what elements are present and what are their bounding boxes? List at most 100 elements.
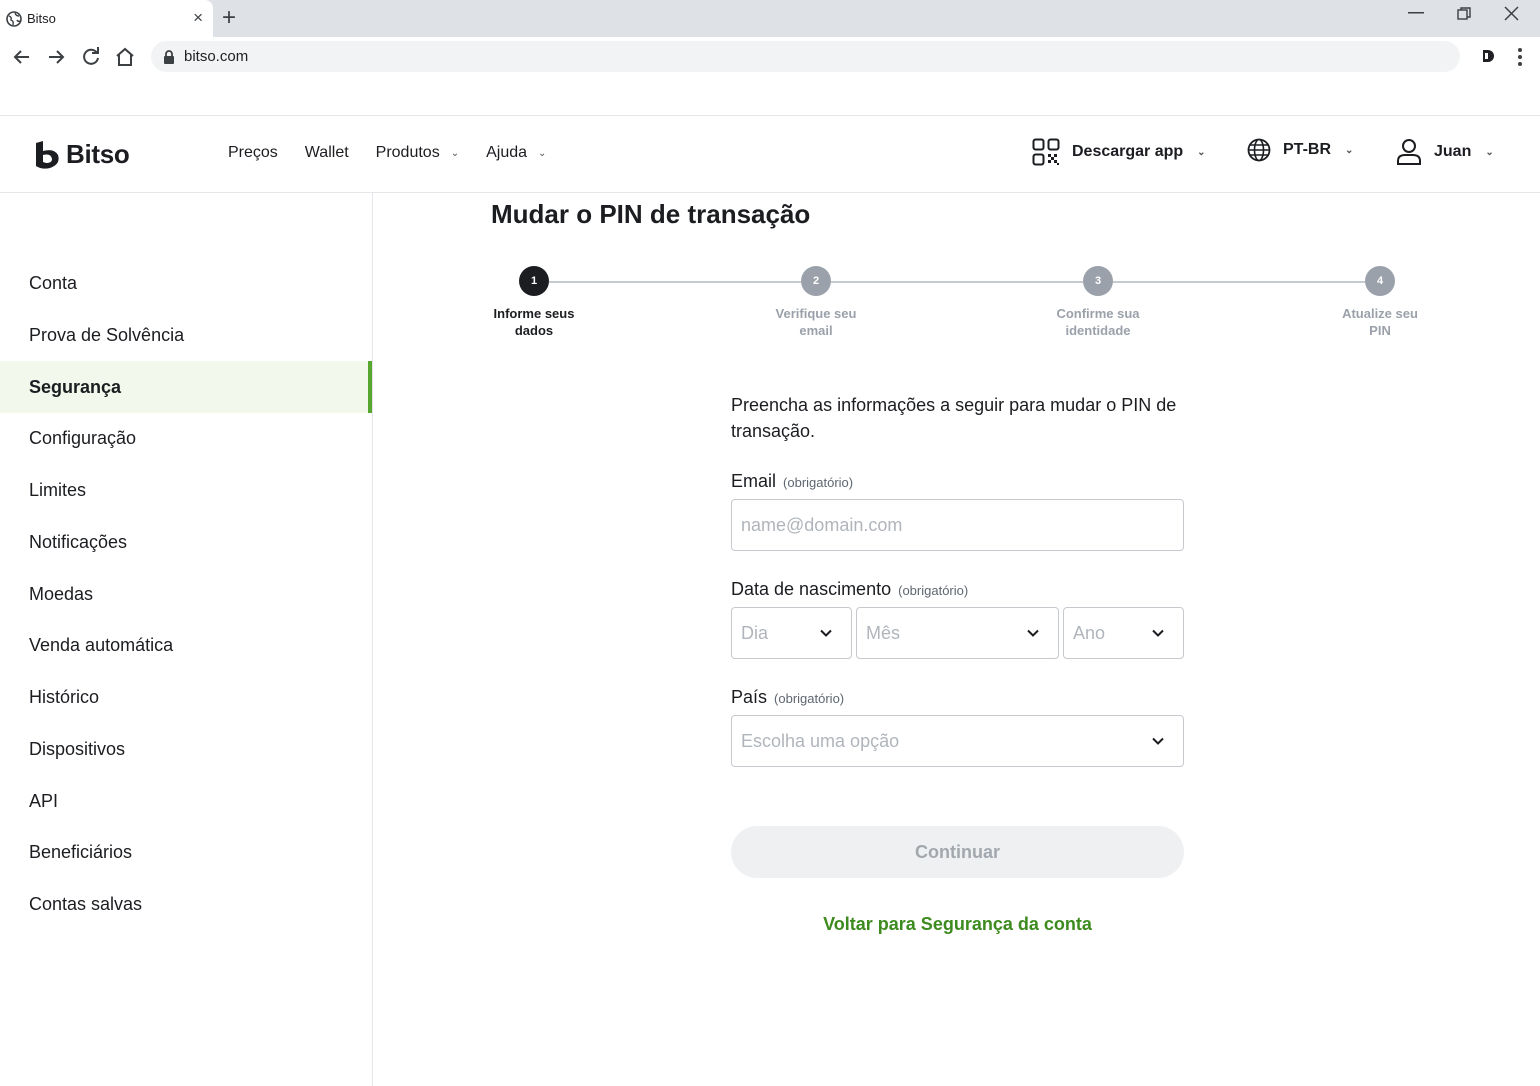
- month-placeholder: Mês: [866, 622, 901, 643]
- site-header: Bitso Preços Wallet Produtos ⌄ Ajuda ⌄ Des…: [0, 115, 1540, 193]
- user-menu[interactable]: Juan ⌄: [1396, 138, 1494, 166]
- nav-item-wallet[interactable]: Wallet: [305, 144, 349, 162]
- extension-icon[interactable]: [1480, 48, 1494, 64]
- country-select[interactable]: Escolha uma opção: [731, 715, 1184, 767]
- close-tab-icon[interactable]: ×: [193, 9, 203, 27]
- home-icon[interactable]: [113, 45, 137, 69]
- reload-icon[interactable]: [79, 45, 103, 69]
- sidebar-item-venda-automatica[interactable]: Venda automática: [0, 619, 372, 671]
- form-intro-text: Preencha as informações a seguir para mu…: [731, 395, 1177, 441]
- sidebar-item-beneficiarios[interactable]: Beneficiários: [0, 826, 372, 878]
- download-app-label: Descargar app: [1072, 143, 1184, 160]
- sidebar-item-moedas[interactable]: Moedas: [0, 568, 372, 620]
- step-label-line: Informe seus: [493, 306, 575, 321]
- minimize-icon[interactable]: [1408, 12, 1424, 14]
- nav-label: Preços: [228, 144, 278, 161]
- country-label-text: País: [731, 687, 768, 707]
- year-placeholder: Ano: [1073, 622, 1106, 643]
- birth-day-select[interactable]: Dia: [731, 607, 852, 659]
- step-4-indicator: 4: [1365, 266, 1395, 296]
- sidebar-item-seguranca[interactable]: Segurança: [0, 361, 372, 413]
- sidebar-item-prova-de-solvencia[interactable]: Prova de Solvência: [0, 309, 372, 361]
- nav-item-precos[interactable]: Preços: [228, 144, 278, 162]
- email-label: Email (obrigatório): [731, 471, 853, 492]
- bitso-logo[interactable]: Bitso: [34, 139, 130, 170]
- birth-year-select[interactable]: Ano: [1063, 607, 1184, 659]
- step-3-indicator: 3: [1083, 266, 1113, 296]
- email-placeholder: name@domain.com: [741, 514, 903, 535]
- step-1-label: Informe seus dados: [464, 305, 604, 339]
- browser-menu-icon[interactable]: [1511, 46, 1529, 68]
- chevron-down-icon: ⌄: [1485, 146, 1494, 158]
- download-app-menu[interactable]: Descargar app ⌄: [1032, 138, 1206, 166]
- chevron-down-icon: [820, 629, 832, 637]
- globe-icon: [6, 10, 22, 27]
- close-window-icon[interactable]: [1504, 6, 1519, 21]
- stepper-connector: [1113, 281, 1365, 283]
- sidebar-item-historico[interactable]: Histórico: [0, 671, 372, 723]
- user-icon: [1397, 139, 1421, 165]
- step-label-line: Confirme sua: [1056, 306, 1140, 321]
- chevron-down-icon: [1152, 737, 1164, 745]
- sidebar-item-notificacoes[interactable]: Notificações: [0, 516, 372, 568]
- step-label-line: dados: [514, 323, 554, 338]
- birth-month-select[interactable]: Mês: [856, 607, 1059, 659]
- page-title: Mudar o PIN de transação: [491, 199, 811, 229]
- required-hint: (obrigatório): [783, 475, 854, 490]
- chevron-down-icon: [1027, 629, 1039, 637]
- nav-item-produtos[interactable]: Produtos ⌄: [376, 144, 459, 162]
- sidebar-item-configuracao[interactable]: Configuração: [0, 412, 372, 464]
- nav-label: Produtos: [375, 144, 440, 161]
- back-icon[interactable]: [10, 45, 34, 69]
- settings-sidebar: Conta Prova de Solvência Segurança Confi…: [0, 193, 373, 1086]
- chevron-down-icon: [1152, 629, 1164, 637]
- stepper-connector: [831, 281, 1083, 283]
- qr-code-icon: [1032, 138, 1060, 166]
- back-to-security-link[interactable]: Voltar para Segurança da conta: [731, 914, 1184, 935]
- nav-label: Ajuda: [486, 144, 528, 161]
- sidebar-item-contas-salvas[interactable]: Contas salvas: [0, 878, 372, 930]
- user-name: Juan: [1434, 143, 1472, 160]
- country-label: País (obrigatório): [731, 687, 844, 708]
- step-3-label: Confirme sua identidade: [1028, 305, 1168, 339]
- language-label: PT-BR: [1283, 141, 1331, 158]
- forward-icon[interactable]: [44, 45, 68, 69]
- sidebar-item-limites[interactable]: Limites: [0, 464, 372, 516]
- step-label-line: Atualize seu: [1342, 306, 1418, 321]
- main-nav: Preços Wallet Produtos ⌄ Ajuda ⌄: [228, 144, 573, 162]
- brand-name: Bitso: [66, 139, 130, 169]
- required-hint: (obrigatório): [898, 583, 969, 598]
- new-tab-icon[interactable]: +: [222, 5, 236, 31]
- email-field[interactable]: name@domain.com: [731, 499, 1184, 551]
- globe-icon: [1247, 138, 1271, 162]
- step-2-indicator: 2: [801, 266, 831, 296]
- browser-tabstrip: Bitso × +: [0, 0, 1540, 37]
- language-menu[interactable]: PT-BR ⌄: [1247, 138, 1353, 162]
- step-label-line: identidade: [1065, 323, 1131, 338]
- country-placeholder: Escolha uma opção: [741, 730, 900, 751]
- browser-tab[interactable]: Bitso ×: [0, 0, 213, 37]
- chevron-down-icon: ⌄: [538, 147, 547, 159]
- chevron-down-icon: ⌄: [1345, 144, 1354, 156]
- step-2-label: Verifique seu email: [746, 305, 886, 339]
- address-bar[interactable]: bitso.com: [151, 41, 1460, 72]
- step-1-indicator: 1: [519, 266, 549, 296]
- bitso-logo-icon: [36, 140, 59, 169]
- restore-icon[interactable]: [1457, 7, 1471, 21]
- birthdate-label-text: Data de nascimento: [731, 579, 892, 599]
- continue-button[interactable]: Continuar: [731, 826, 1184, 878]
- chevron-down-icon: ⌄: [450, 147, 460, 159]
- lock-icon: [164, 49, 174, 64]
- birthdate-label: Data de nascimento (obrigatório): [731, 579, 968, 600]
- sidebar-item-dispositivos[interactable]: Dispositivos: [0, 723, 372, 775]
- sidebar-item-api[interactable]: API: [0, 775, 372, 827]
- stepper-connector: [549, 281, 801, 283]
- sidebar-item-conta[interactable]: Conta: [0, 257, 372, 309]
- nav-item-ajuda[interactable]: Ajuda ⌄: [486, 144, 546, 162]
- tab-title: Bitso: [27, 11, 56, 26]
- day-placeholder: Dia: [741, 622, 769, 643]
- step-label-line: PIN: [1369, 323, 1391, 338]
- url-text: bitso.com: [184, 48, 249, 65]
- browser-toolbar: bitso.com: [0, 37, 1540, 77]
- step-label-line: Verifique seu: [775, 306, 857, 321]
